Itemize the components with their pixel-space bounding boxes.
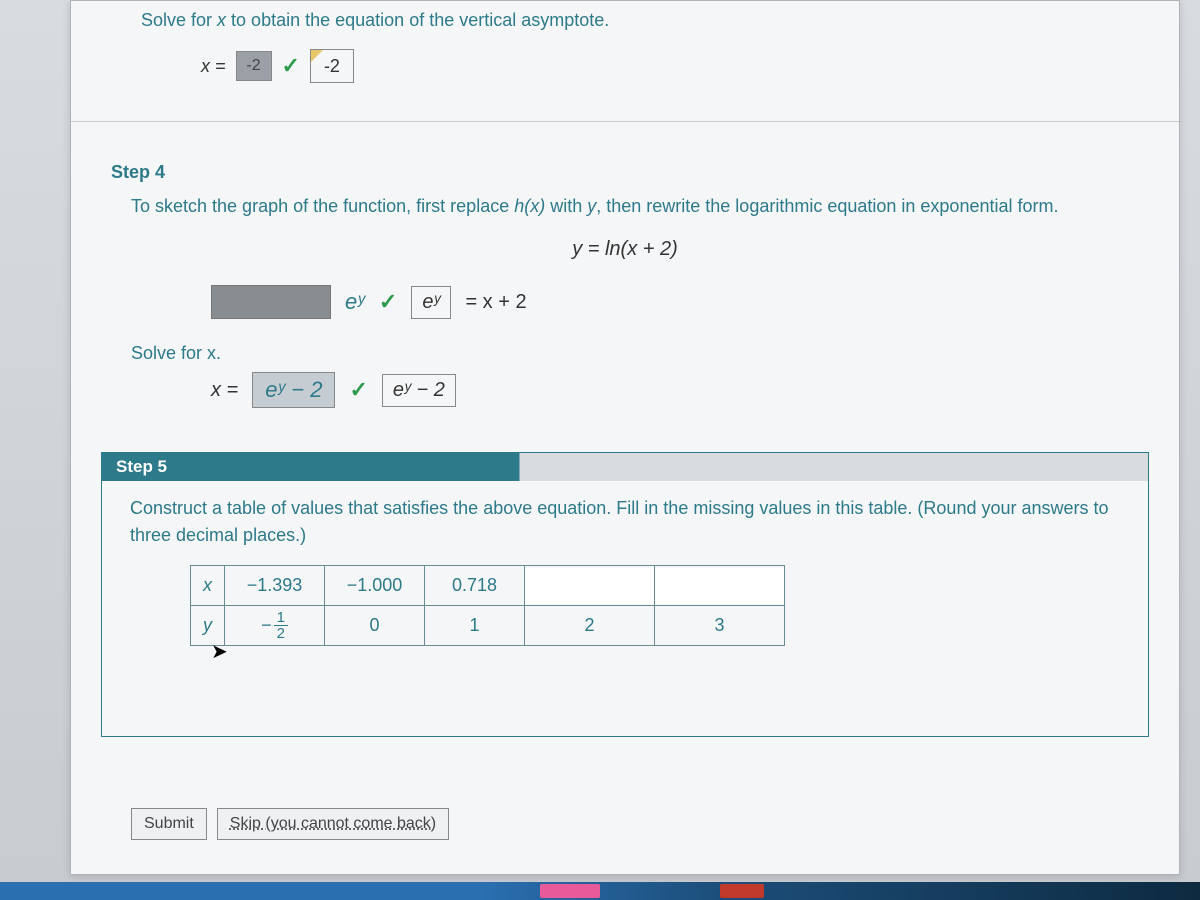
x-input-cell xyxy=(525,566,655,606)
x-cell: −1.000 xyxy=(325,566,425,606)
row-header-x: x xyxy=(191,566,225,606)
y-cell: 1 xyxy=(425,606,525,646)
values-table: x −1.393 −1.000 0.718 y − xyxy=(190,565,785,646)
numerator: 1 xyxy=(274,610,288,626)
y-cell: 3 xyxy=(655,606,785,646)
taskbar xyxy=(0,882,1200,900)
submit-button[interactable]: Submit xyxy=(131,808,207,840)
exponential-row: eʸ ✓ eʸ = x + 2 xyxy=(211,285,1139,319)
y-cell: 0 xyxy=(325,606,425,646)
ey: eʸ xyxy=(422,291,440,313)
skip-button[interactable]: Skip (you cannot come back) xyxy=(217,808,449,840)
entered-solve-box[interactable]: eʸ − 2 xyxy=(252,372,335,408)
text: , then rewrite the logarithmic equation … xyxy=(596,196,1058,216)
step-5-section: Step 5 Construct a table of values that … xyxy=(101,452,1149,737)
entered-exponential-box[interactable] xyxy=(211,285,331,319)
check-icon: ✓ xyxy=(379,289,397,315)
hx: h(x) xyxy=(514,196,545,216)
x-input[interactable] xyxy=(525,568,654,604)
worksheet-page: Solve for x to obtain the equation of th… xyxy=(70,0,1180,875)
table-row: y − 1 2 0 1 2 3 xyxy=(191,606,785,646)
taskbar-item[interactable] xyxy=(540,884,600,898)
solve-row: x = eʸ − 2 ✓ eʸ − 2 xyxy=(211,372,1139,408)
minus-sign: − xyxy=(261,612,272,639)
text: To sketch the graph of the function, fir… xyxy=(131,196,514,216)
progress-bar xyxy=(181,453,1148,481)
x-cell: −1.393 xyxy=(225,566,325,606)
button-row: Submit Skip (you cannot come back) xyxy=(131,808,449,840)
step-4-label: Step 4 xyxy=(111,162,1139,183)
variable-x: x xyxy=(217,10,226,30)
neg-half: − 1 2 xyxy=(261,610,288,641)
step-4-body: To sketch the graph of the function, fir… xyxy=(111,193,1139,220)
correct-answer-box: -2 xyxy=(310,49,354,83)
asymptote-instruction: Solve for x to obtain the equation of th… xyxy=(141,10,1139,31)
asymptote-equation-row: x = -2 ✓ -2 xyxy=(201,49,1139,83)
table-row: x −1.393 −1.000 0.718 xyxy=(191,566,785,606)
step-5-body: Construct a table of values that satisfi… xyxy=(102,481,1148,736)
solve-for-x-label: Solve for x. xyxy=(131,343,1139,364)
x-input[interactable] xyxy=(655,568,784,604)
text: Solve for xyxy=(141,10,217,30)
step-5-header: Step 5 xyxy=(102,453,1148,481)
x-input-cell xyxy=(655,566,785,606)
x-cell: 0.718 xyxy=(425,566,525,606)
entered-ey-label: eʸ xyxy=(345,289,365,315)
equation-lhs: x = xyxy=(201,56,226,77)
correct-solve-box: eʸ − 2 xyxy=(382,374,456,407)
text: with xyxy=(545,196,587,216)
taskbar-item[interactable] xyxy=(720,884,764,898)
step-5-instruction: Construct a table of values that satisfi… xyxy=(130,495,1120,549)
text: to obtain the equation of the vertical a… xyxy=(226,10,609,30)
row-header-y: y xyxy=(191,606,225,646)
asymptote-section: Solve for x to obtain the equation of th… xyxy=(71,1,1179,122)
correct-ey-box: eʸ xyxy=(411,286,451,319)
y: y xyxy=(587,196,596,216)
y-cell: − 1 2 xyxy=(225,606,325,646)
step-4-section: Step 4 To sketch the graph of the functi… xyxy=(71,122,1179,452)
equation-y-ln: y = ln(x + 2) xyxy=(111,238,1139,261)
y-cell: 2 xyxy=(525,606,655,646)
x-equals: x = xyxy=(211,379,238,402)
entered-answer-box[interactable]: -2 xyxy=(236,51,272,81)
equals-x-plus-2: = x + 2 xyxy=(465,291,526,314)
denominator: 2 xyxy=(274,626,288,641)
fraction: 1 2 xyxy=(274,610,288,641)
check-icon: ✓ xyxy=(349,377,367,403)
check-icon: ✓ xyxy=(282,53,300,79)
step-5-label: Step 5 xyxy=(102,453,181,481)
